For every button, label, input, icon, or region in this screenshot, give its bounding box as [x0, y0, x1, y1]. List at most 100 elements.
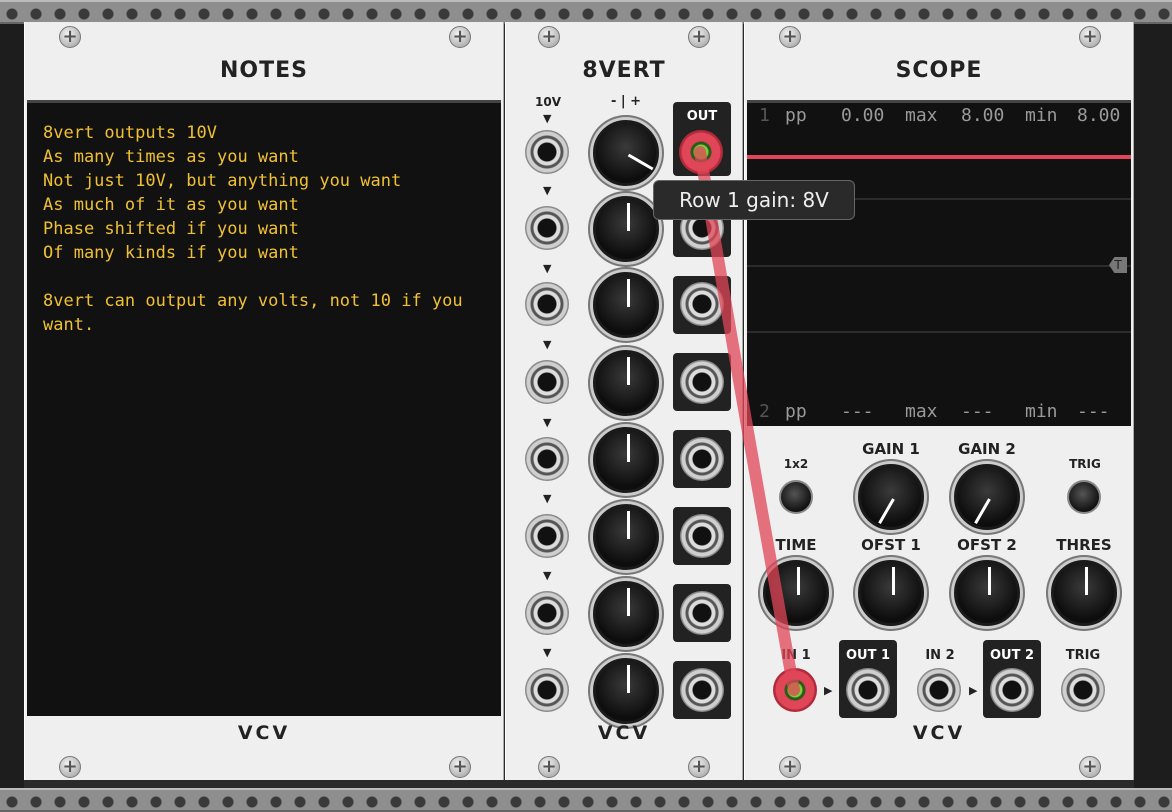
label-trig-in: TRIG	[1065, 648, 1101, 663]
gain-knob-row6[interactable]	[593, 504, 659, 570]
screw-icon: +	[1079, 26, 1101, 48]
input-jack-row7[interactable]	[525, 591, 569, 635]
in1-jack-cable[interactable]	[773, 668, 817, 712]
input-jack-row5[interactable]	[525, 437, 569, 481]
grid-line	[747, 331, 1131, 333]
notes-title: NOTES	[220, 58, 308, 83]
input-jack-row6[interactable]	[525, 514, 569, 558]
screw-icon: +	[779, 756, 801, 778]
screw-icon: +	[538, 756, 560, 778]
scope-ch1-stats: 1 pp 0.00 max 8.00 min 8.00	[759, 105, 1123, 126]
gain1-knob[interactable]	[858, 464, 924, 530]
screw-icon: +	[779, 26, 801, 48]
label-1x2: 1x2	[783, 457, 809, 471]
arrow-icon: ▼	[543, 646, 552, 659]
rack-left-edge	[0, 24, 24, 788]
arrow-right-icon: ▶	[969, 684, 978, 697]
gain-knob-row5[interactable]	[593, 427, 659, 493]
output-jack-row4[interactable]	[680, 360, 724, 404]
scope-module[interactable]: + + SCOPE T 1 pp 0.00 max 8.00 min 8.00 …	[744, 22, 1134, 780]
label-out: OUT	[686, 109, 718, 124]
trig-in-jack[interactable]	[1061, 668, 1105, 712]
notes-text[interactable]: 8vert outputs 10V As many times as you w…	[43, 121, 483, 337]
rack-right-edge	[1134, 24, 1172, 788]
notes-text-area[interactable]: 8vert outputs 10V As many times as you w…	[27, 100, 501, 716]
output-jack-row8[interactable]	[680, 668, 724, 712]
label-gain1: GAIN 1	[862, 440, 920, 458]
x1x2-button[interactable]	[779, 480, 813, 514]
ofst1-knob[interactable]	[858, 560, 924, 626]
screw-icon: +	[449, 26, 471, 48]
screw-icon: +	[59, 756, 81, 778]
input-jack-row2[interactable]	[525, 206, 569, 250]
vcv-logo: VCV	[237, 722, 291, 744]
out1-jack[interactable]	[846, 668, 890, 712]
gain-knob-row2[interactable]	[593, 196, 659, 262]
eightvert-module[interactable]: + + 8VERT 10V - | + OUT ▼ ▼ ▼ ▼ ▼ ▼ ▼ ▼ …	[505, 22, 743, 780]
label-ofst1: OFST 1	[861, 536, 921, 554]
input-jack-row1[interactable]	[525, 130, 569, 174]
ch1-number: 1	[759, 105, 770, 126]
ch2-number: 2	[759, 401, 770, 422]
vcv-logo: VCV	[597, 722, 651, 744]
label-thres: THRES	[1056, 536, 1112, 554]
trigger-marker-icon[interactable]: T	[1109, 257, 1127, 273]
ch1-max-value: 8.00	[961, 105, 1005, 126]
arrow-icon: ▼	[543, 492, 552, 505]
gain-knob-row3[interactable]	[593, 272, 659, 338]
screw-icon: +	[688, 26, 710, 48]
screw-icon: +	[59, 26, 81, 48]
ch1-min-value: 8.00	[1077, 105, 1121, 126]
scope-ch2-stats: 2 pp --- max --- min ---	[759, 401, 1123, 422]
output-jack-row3[interactable]	[680, 282, 724, 326]
label-out2: OUT 2	[989, 648, 1035, 663]
label-10v: 10V	[535, 95, 561, 109]
gain-knob-row1[interactable]	[593, 120, 659, 186]
gain-knob-row8[interactable]	[593, 658, 659, 724]
screw-icon: +	[688, 756, 710, 778]
ch2-pp-label: pp	[785, 401, 807, 422]
output-jack-row6[interactable]	[680, 514, 724, 558]
screw-icon: +	[449, 756, 471, 778]
scope-trace-ch1	[747, 155, 1131, 159]
ofst2-knob[interactable]	[954, 560, 1020, 626]
rack-rail-bottom	[0, 788, 1172, 812]
gain-knob-row7[interactable]	[593, 581, 659, 647]
input-jack-row8[interactable]	[525, 668, 569, 712]
input-jack-row3[interactable]	[525, 282, 569, 326]
trig-button[interactable]	[1067, 480, 1101, 514]
ch2-min-label: min	[1025, 401, 1058, 422]
ch2-pp-value: ---	[841, 401, 874, 422]
gain2-knob[interactable]	[954, 464, 1020, 530]
label-in2: IN 2	[925, 648, 955, 663]
in2-jack[interactable]	[917, 668, 961, 712]
label-out1: OUT 1	[845, 648, 891, 663]
scope-display[interactable]: T 1 pp 0.00 max 8.00 min 8.00 2 pp --- m…	[747, 100, 1131, 426]
grid-line	[747, 265, 1131, 267]
screw-icon: +	[538, 26, 560, 48]
output-jack-row1-cable[interactable]	[679, 130, 723, 174]
time-knob[interactable]	[763, 560, 829, 626]
rack-rail-top	[0, 0, 1172, 24]
scope-title: SCOPE	[895, 58, 983, 83]
label-in1: IN 1	[781, 648, 811, 663]
ch2-max-label: max	[905, 401, 938, 422]
label-gain: - | +	[610, 94, 642, 109]
label-trig-button: TRIG	[1069, 457, 1101, 471]
output-jack-row5[interactable]	[680, 437, 724, 481]
ch1-min-label: min	[1025, 105, 1058, 126]
thres-knob[interactable]	[1051, 560, 1117, 626]
ch2-min-value: ---	[1077, 401, 1110, 422]
out2-jack[interactable]	[990, 668, 1034, 712]
output-jack-row7[interactable]	[680, 591, 724, 635]
arrow-icon: ▼	[543, 262, 552, 275]
arrow-icon: ▼	[543, 112, 552, 125]
notes-module[interactable]: + + NOTES 8vert outputs 10V As many time…	[24, 22, 504, 780]
input-jack-row4[interactable]	[525, 360, 569, 404]
gain-knob-row4[interactable]	[593, 350, 659, 416]
ch1-max-label: max	[905, 105, 938, 126]
label-time: TIME	[775, 536, 817, 554]
screw-icon: +	[1079, 756, 1101, 778]
arrow-icon: ▼	[543, 338, 552, 351]
vcv-logo: VCV	[912, 722, 966, 744]
